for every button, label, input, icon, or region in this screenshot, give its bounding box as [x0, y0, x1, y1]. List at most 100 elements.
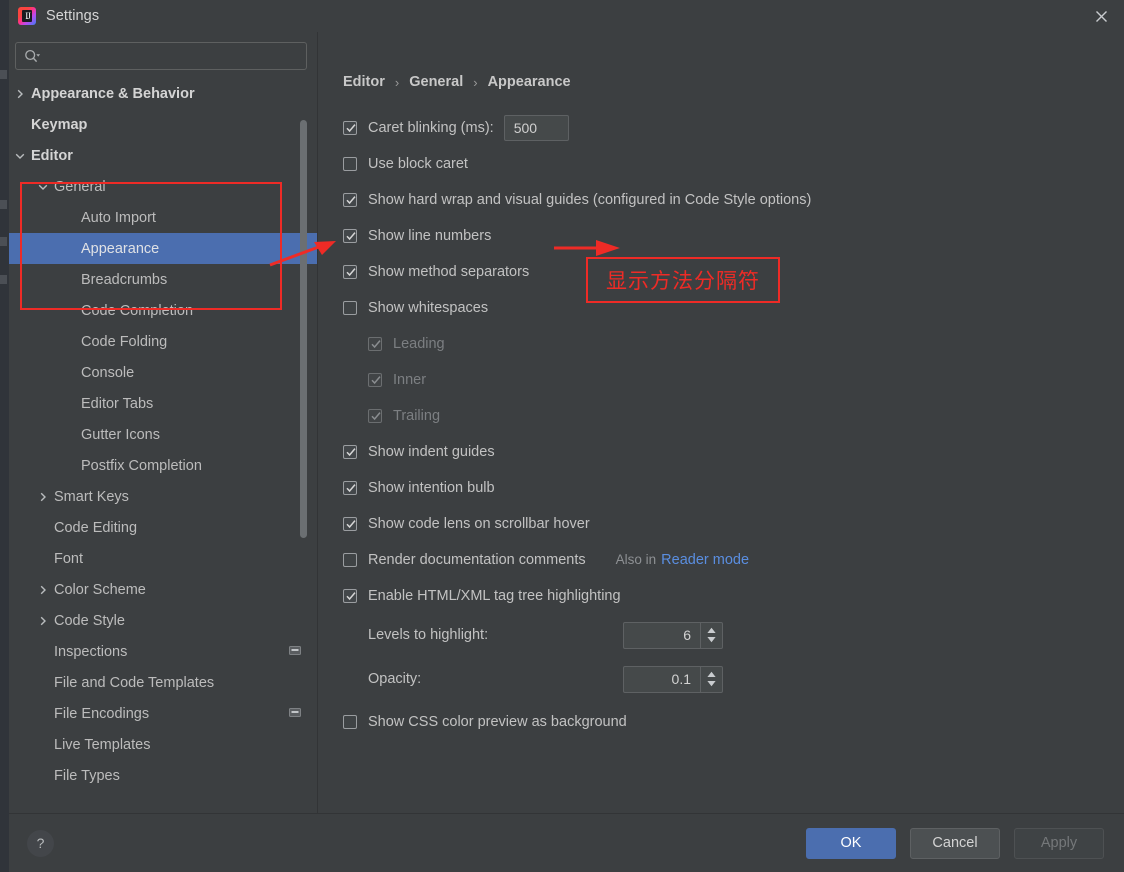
footer-buttons: OK Cancel Apply: [806, 827, 1114, 859]
chevron-right-icon: ›: [473, 74, 478, 90]
close-icon[interactable]: [1078, 0, 1124, 32]
sidebar-item-label: Code Style: [54, 612, 125, 629]
checkbox-use-block-caret[interactable]: [343, 156, 357, 171]
setting-row-whitespace-trailing: Trailing: [368, 405, 1124, 426]
annotation-box-chinese: 显示方法分隔符: [586, 257, 780, 303]
label-opacity: Opacity:: [368, 671, 422, 687]
label-show-intention-bulb: Show intention bulb: [368, 479, 495, 496]
spinner-opacity[interactable]: 0.1: [623, 665, 723, 693]
setting-row-show-code-lens: Show code lens on scrollbar hover: [343, 513, 1124, 534]
spinner-buttons[interactable]: [700, 666, 722, 692]
sidebar-item-code-style[interactable]: Code Style: [9, 605, 317, 636]
sidebar-scrollbar[interactable]: [300, 120, 309, 538]
annotation-text: 显示方法分隔符: [606, 269, 760, 293]
chevron-up-icon: [707, 627, 716, 633]
checkbox-enable-tag-tree[interactable]: [343, 588, 357, 603]
sidebar-item-gutter-icons[interactable]: Gutter Icons: [9, 419, 317, 450]
setting-row-enable-tag-tree: Enable HTML/XML tag tree highlighting: [343, 585, 1124, 606]
sidebar-item-auto-import[interactable]: Auto Import: [9, 202, 317, 233]
label-whitespace-trailing: Trailing: [393, 407, 441, 424]
search-input[interactable]: [15, 42, 307, 70]
label-caret-blinking: Caret blinking (ms):: [368, 119, 494, 136]
sidebar-item-code-folding[interactable]: Code Folding: [9, 326, 317, 357]
dialog-title: Settings: [46, 8, 100, 24]
intellij-idea-logo-icon: IJ: [18, 7, 36, 25]
checkbox-whitespace-leading[interactable]: [368, 336, 382, 351]
checkbox-show-intention-bulb[interactable]: [343, 480, 357, 495]
sidebar-item-console[interactable]: Console: [9, 357, 317, 388]
label-enable-tag-tree: Enable HTML/XML tag tree highlighting: [368, 587, 621, 604]
apply-button[interactable]: Apply: [1014, 827, 1104, 859]
sidebar-item-postfix-completion[interactable]: Postfix Completion: [9, 450, 317, 481]
sidebar-scrollbar-thumb[interactable]: [300, 120, 307, 538]
label-show-css-color-preview: Show CSS color preview as background: [368, 713, 627, 730]
sidebar-item-smart-keys[interactable]: Smart Keys: [9, 481, 317, 512]
checkbox-show-css-color-preview[interactable]: [343, 714, 357, 729]
setting-row-render-doc-comments: Render documentation comments Also in Re…: [343, 549, 1124, 570]
spinner-levels-to-highlight[interactable]: 6: [623, 621, 723, 649]
breadcrumb-item-appearance[interactable]: Appearance: [488, 74, 571, 90]
chevron-down-icon: [707, 637, 716, 643]
chevron-right-icon[interactable]: [36, 583, 50, 597]
spinner-buttons[interactable]: [700, 622, 722, 648]
breadcrumb: Editor › General › Appearance: [343, 74, 1124, 90]
sidebar-item-label: File Encodings: [54, 705, 150, 722]
sidebar-item-file-and-code-templates[interactable]: File and Code Templates: [9, 667, 317, 698]
sidebar-item-general[interactable]: General: [9, 171, 317, 202]
sidebar-item-file-encodings[interactable]: File Encodings: [9, 698, 317, 729]
checkbox-show-hard-wrap[interactable]: [343, 192, 357, 207]
breadcrumb-item-general[interactable]: General: [409, 74, 463, 90]
sidebar-item-live-templates[interactable]: Live Templates: [9, 729, 317, 760]
chevron-right-icon[interactable]: [36, 490, 50, 504]
settings-dialog: IJ Settings Appearance & Behavior Keymap E: [9, 0, 1124, 872]
checkbox-show-code-lens[interactable]: [343, 516, 357, 531]
checkbox-show-method-separators[interactable]: [343, 264, 357, 279]
spinner-opacity-value[interactable]: 0.1: [624, 667, 700, 692]
chevron-down-icon[interactable]: [13, 149, 27, 163]
sidebar-item-font[interactable]: Font: [9, 543, 317, 574]
sidebar-item-code-editing[interactable]: Code Editing: [9, 512, 317, 543]
dialog-titlebar: IJ Settings: [9, 0, 1124, 32]
sidebar-item-breadcrumbs[interactable]: Breadcrumbs: [9, 264, 317, 295]
checkbox-render-doc-comments[interactable]: [343, 552, 357, 567]
sidebar-item-label: Keymap: [31, 116, 88, 133]
setting-row-show-indent-guides: Show indent guides: [343, 441, 1124, 462]
chevron-down-icon[interactable]: [36, 180, 50, 194]
checkbox-whitespace-inner[interactable]: [368, 372, 382, 387]
hint-also-in: Also in: [615, 552, 657, 567]
breadcrumb-item-editor[interactable]: Editor: [343, 74, 385, 90]
label-show-method-separators: Show method separators: [368, 263, 530, 280]
checkbox-caret-blinking[interactable]: [343, 120, 357, 135]
setting-row-show-line-numbers: Show line numbers: [343, 225, 1124, 246]
checkbox-whitespace-trailing[interactable]: [368, 408, 382, 423]
sidebar-item-label: Appearance & Behavior: [31, 85, 195, 102]
help-button[interactable]: ?: [27, 829, 54, 857]
sidebar-item-label: Auto Import: [81, 209, 156, 226]
sidebar-item-appearance-behavior[interactable]: Appearance & Behavior: [9, 78, 317, 109]
sidebar-item-label: File Types: [54, 767, 120, 784]
checkbox-show-whitespaces[interactable]: [343, 300, 357, 315]
sidebar-item-color-scheme[interactable]: Color Scheme: [9, 574, 317, 605]
label-show-whitespaces: Show whitespaces: [368, 299, 489, 316]
checkbox-show-line-numbers[interactable]: [343, 228, 357, 243]
sidebar-item-code-completion[interactable]: Code Completion: [9, 295, 317, 326]
cancel-button[interactable]: Cancel: [910, 827, 1000, 859]
search-container: [9, 32, 317, 70]
checkbox-show-indent-guides[interactable]: [343, 444, 357, 459]
dialog-footer: ? OK Cancel Apply: [9, 813, 1124, 872]
spinner-levels-value[interactable]: 6: [624, 623, 700, 648]
sidebar-item-editor-tabs[interactable]: Editor Tabs: [9, 388, 317, 419]
chevron-right-icon[interactable]: [36, 614, 50, 628]
sidebar-item-keymap[interactable]: Keymap: [9, 109, 317, 140]
input-caret-blinking-ms[interactable]: 500: [503, 114, 569, 141]
chevron-up-icon: [707, 671, 716, 677]
sidebar-item-inspections[interactable]: Inspections: [9, 636, 317, 667]
setting-row-whitespace-inner: Inner: [368, 369, 1124, 390]
sidebar-item-editor[interactable]: Editor: [9, 140, 317, 171]
sidebar-item-file-types[interactable]: File Types: [9, 760, 317, 791]
ok-button[interactable]: OK: [806, 827, 896, 859]
link-reader-mode[interactable]: Reader mode: [661, 552, 749, 568]
label-render-doc-comments: Render documentation comments: [368, 551, 586, 568]
chevron-right-icon[interactable]: [13, 87, 27, 101]
sidebar-item-appearance[interactable]: Appearance: [9, 233, 317, 264]
